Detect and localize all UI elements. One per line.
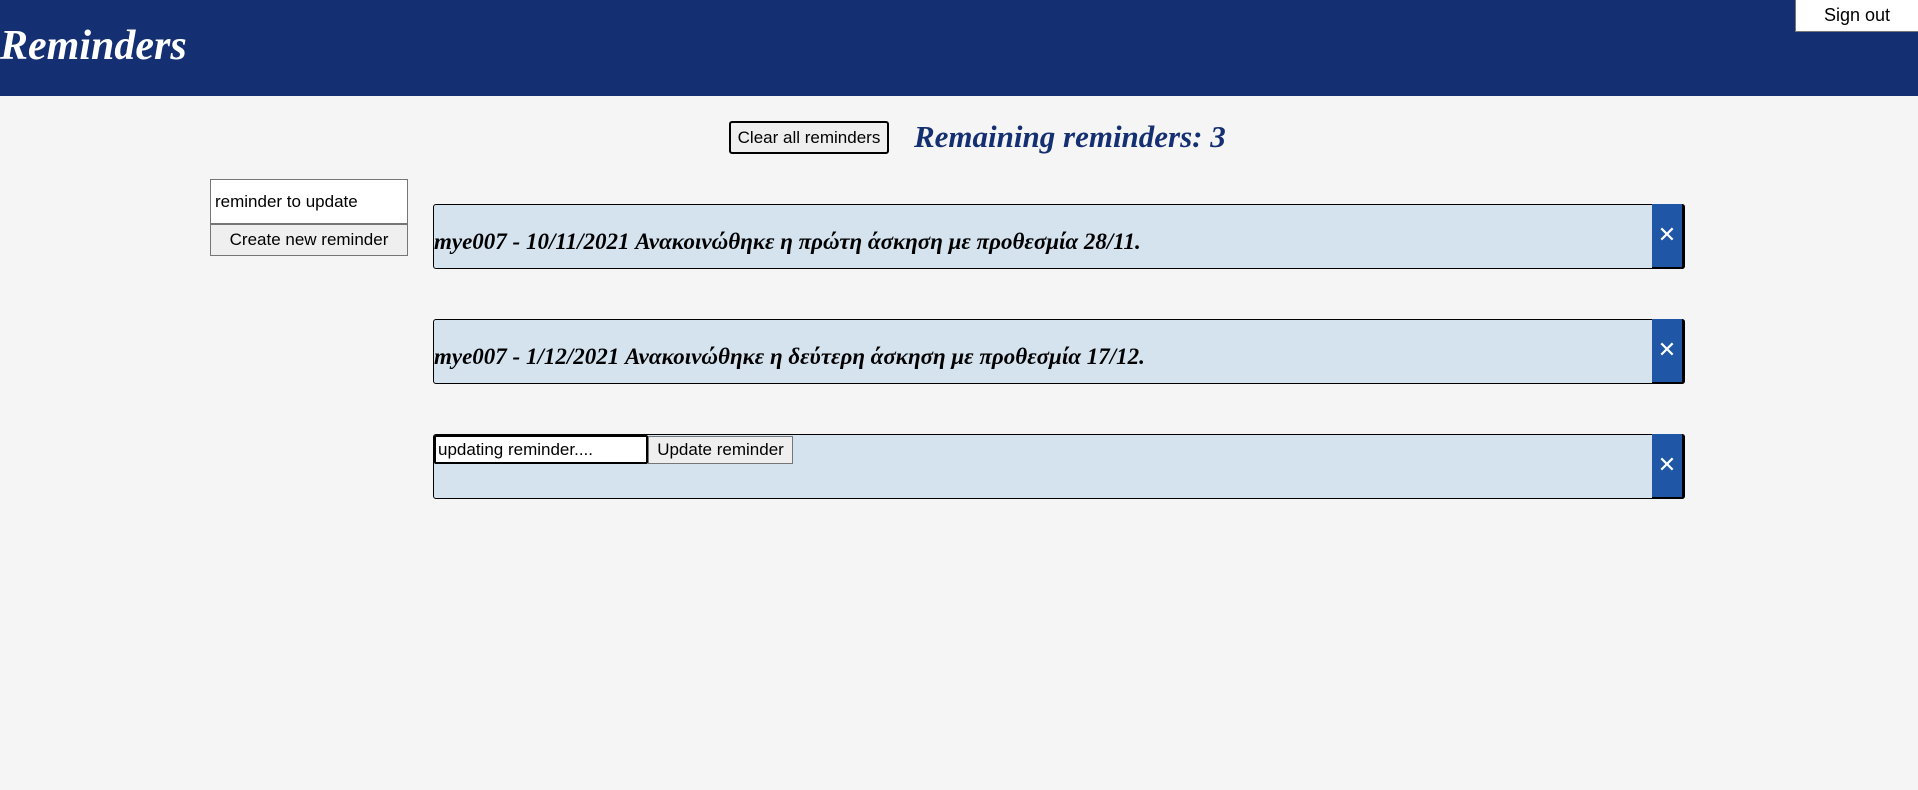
new-reminder-input[interactable] [210,179,408,224]
clear-all-reminders-button[interactable]: Clear all reminders [729,121,889,154]
reminder-text: mye007 - 1/12/2021 Ανακοινώθηκε η δεύτερ… [434,344,1145,369]
update-reminder-input[interactable] [434,435,648,464]
reminder-item[interactable]: mye007 - 10/11/2021 Ανακοινώθηκε η πρώτη… [433,204,1685,269]
reminder-item[interactable]: mye007 - 1/12/2021 Ανακοινώθηκε η δεύτερ… [433,319,1685,384]
sign-out-button[interactable]: Sign out [1795,0,1918,32]
reminder-item-editing: Update reminder ✕ [433,434,1685,499]
update-reminder-button[interactable]: Update reminder [648,436,793,464]
app-header: Reminders Sign out [0,0,1918,96]
remaining-reminders-count: Remaining reminders: 3 [914,119,1226,154]
remove-reminder-button[interactable]: ✕ [1652,204,1685,269]
close-icon: ✕ [1657,222,1677,248]
reminder-text: mye007 - 10/11/2021 Ανακοινώθηκε η πρώτη… [434,229,1141,254]
remove-reminder-button[interactable]: ✕ [1652,434,1685,499]
close-icon: ✕ [1657,337,1677,363]
remove-reminder-button[interactable]: ✕ [1652,319,1685,384]
app-title: Reminders [0,23,187,69]
close-icon: ✕ [1657,452,1677,478]
create-reminder-button[interactable]: Create new reminder [210,224,408,256]
